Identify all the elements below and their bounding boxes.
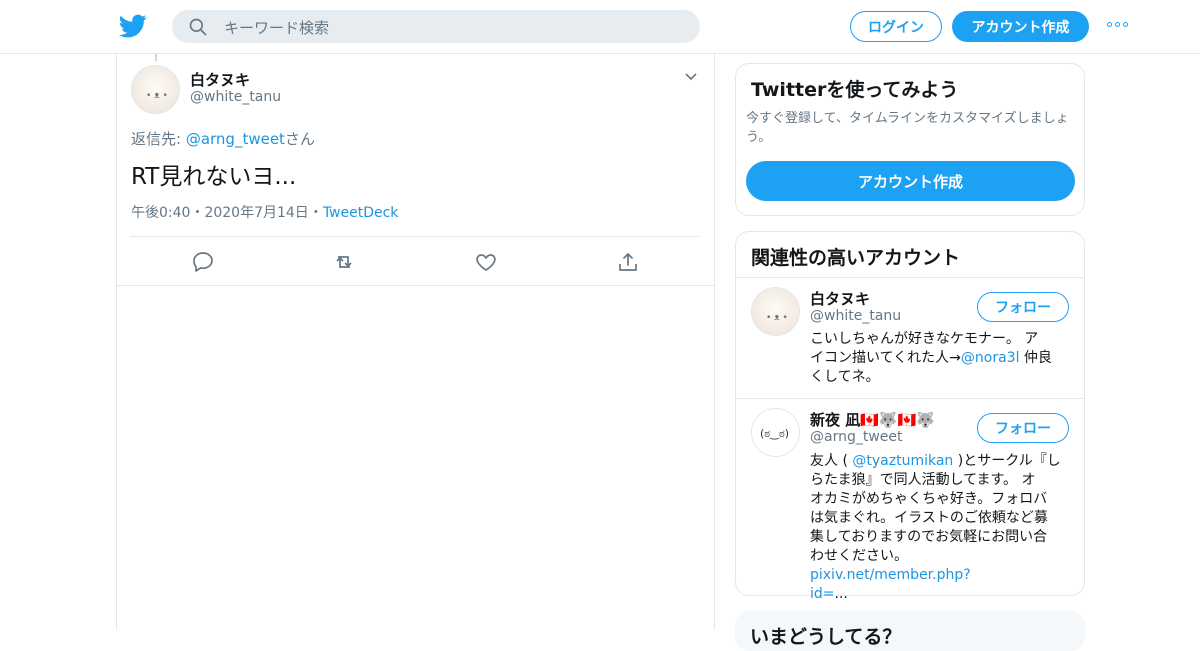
avatar-face: (ಠ‿ಠ) bbox=[760, 427, 790, 440]
account-handle[interactable]: @white_tanu bbox=[810, 308, 901, 324]
search-box[interactable]: キーワード検索 bbox=[172, 10, 700, 43]
account-item: • ᴥ • 白タヌキ @white_tanu フォロー こいしちゃんが好きなケモ… bbox=[736, 277, 1084, 398]
retweet-icon[interactable] bbox=[332, 250, 356, 274]
tweet-text: RT見れないヨ... bbox=[131, 164, 297, 190]
tweet-source-link[interactable]: TweetDeck bbox=[323, 205, 399, 221]
meta-separator: ・ bbox=[308, 205, 323, 221]
bio-mention-link[interactable]: @nora3l bbox=[961, 350, 1020, 366]
bio-line: らたま狼』で同人活動してます。 オ bbox=[810, 472, 1036, 488]
twitter-logo-icon[interactable] bbox=[119, 12, 147, 40]
trends-card: いまどうしてる？ bbox=[735, 611, 1085, 651]
top-bar: キーワード検索 ログイン アカウント作成 bbox=[0, 0, 1200, 54]
bio-text: ... bbox=[834, 586, 848, 602]
reply-suffix: さん bbox=[284, 130, 315, 148]
avatar-face: • ᴥ • bbox=[146, 91, 168, 101]
bio-line: オカミがめちゃくちゃ好き。フォロバ bbox=[810, 491, 1048, 507]
bio-text: わせください。 bbox=[810, 548, 908, 564]
tweet-author-avatar[interactable]: • ᴥ • bbox=[131, 65, 180, 114]
signup-card-subtitle: 今すぐ登録して、タイムラインをカスタマイズしましょう。 bbox=[746, 111, 1069, 145]
meta-separator: ・ bbox=[190, 205, 205, 221]
account-item: (ಠ‿ಠ) 新夜 凪🇨🇦🐺🇨🇦🐺 @arng_tweet フォロー 友人 ( @… bbox=[736, 398, 1084, 602]
signup-card-title: Twitterを使ってみよう bbox=[751, 79, 959, 101]
bio-line: こいしちゃんが好きなケモナー。 ア bbox=[810, 331, 1039, 347]
bio-line: くしてネ。 bbox=[810, 369, 880, 385]
divider bbox=[130, 236, 699, 237]
account-bio: こいしちゃんが好きなケモナー。 ア イコン描いてくれた人→@nora3l 仲良 … bbox=[810, 330, 1072, 387]
dot bbox=[1107, 22, 1112, 27]
tweet-metadata: 午後0:40・2020年7月14日・TweetDeck bbox=[131, 202, 398, 222]
follow-button[interactable]: フォロー bbox=[977, 413, 1069, 443]
account-name[interactable]: 白タヌキ bbox=[810, 288, 870, 309]
account-avatar[interactable]: • ᴥ • bbox=[751, 287, 800, 336]
tweet-actions bbox=[130, 250, 699, 274]
bio-url-link[interactable]: pixiv.net/member.php? bbox=[810, 567, 971, 583]
bio-line: は気まぐれ。イラストのご依頼など募 bbox=[810, 510, 1048, 526]
divider bbox=[116, 285, 715, 286]
bio-line: イコン描いてくれた人→@nora3l 仲良 bbox=[810, 349, 1072, 368]
bio-url-link[interactable]: id= bbox=[810, 586, 835, 602]
login-button[interactable]: ログイン bbox=[850, 11, 942, 42]
reply-to-link[interactable]: @arng_tweet bbox=[186, 130, 285, 148]
tweet-author-handle[interactable]: @white_tanu bbox=[190, 89, 281, 105]
search-icon bbox=[189, 18, 207, 36]
signup-button[interactable]: アカウント作成 bbox=[952, 11, 1089, 42]
related-accounts-title: 関連性の高いアカウント bbox=[751, 247, 961, 269]
account-bio: 友人 ( @tyaztumikan )とサークル『し らたま狼』で同人活動してま… bbox=[810, 452, 1072, 604]
bio-line: 集しておりますのでお気軽にお問い合 bbox=[810, 529, 1048, 545]
account-avatar[interactable]: (ಠ‿ಠ) bbox=[751, 408, 800, 457]
bio-line: わせください。 pixiv.net/member.php? bbox=[810, 547, 1072, 585]
account-handle[interactable]: @arng_tweet bbox=[810, 429, 903, 445]
bio-mention-link[interactable]: @tyaztumikan bbox=[852, 453, 953, 469]
bio-line: 友人 ( @tyaztumikan )とサークル『し bbox=[810, 452, 1072, 471]
bio-text: )とサークル『し bbox=[953, 453, 1061, 469]
account-name[interactable]: 新夜 凪🇨🇦🐺🇨🇦🐺 bbox=[810, 409, 935, 430]
bio-line: id=... bbox=[810, 585, 1072, 604]
search-placeholder: キーワード検索 bbox=[224, 19, 330, 37]
reply-icon[interactable] bbox=[191, 250, 215, 274]
trends-card-title: いまどうしてる？ bbox=[750, 626, 902, 648]
signup-card-button[interactable]: アカウント作成 bbox=[746, 161, 1075, 201]
related-accounts-card: 関連性の高いアカウント • ᴥ • 白タヌキ @white_tanu フォロー … bbox=[735, 231, 1085, 602]
share-icon[interactable] bbox=[616, 250, 640, 274]
follow-button[interactable]: フォロー bbox=[977, 292, 1069, 322]
signup-card: Twitterを使ってみよう 今すぐ登録して、タイムラインをカスタマイズしましょ… bbox=[735, 63, 1085, 216]
bio-text: イコン描いてくれた人→ bbox=[810, 350, 961, 366]
more-options-icon[interactable] bbox=[1107, 22, 1131, 30]
reply-context: 返信先: @arng_tweetさん bbox=[131, 128, 315, 149]
avatar-face: • ᴥ • bbox=[766, 313, 788, 323]
dot bbox=[1115, 22, 1120, 27]
reply-prefix: 返信先: bbox=[131, 130, 186, 148]
bio-text: 仲良 bbox=[1019, 350, 1052, 366]
thread-connector-line bbox=[155, 54, 157, 61]
dot bbox=[1123, 22, 1128, 27]
chevron-down-icon[interactable] bbox=[684, 70, 698, 84]
tweet-time[interactable]: 午後0:40 bbox=[131, 205, 190, 221]
tweet-date[interactable]: 2020年7月14日 bbox=[204, 205, 308, 221]
bio-text: 友人 ( bbox=[810, 453, 853, 469]
tweet-author-name[interactable]: 白タヌキ bbox=[190, 69, 250, 90]
like-icon[interactable] bbox=[474, 250, 498, 274]
